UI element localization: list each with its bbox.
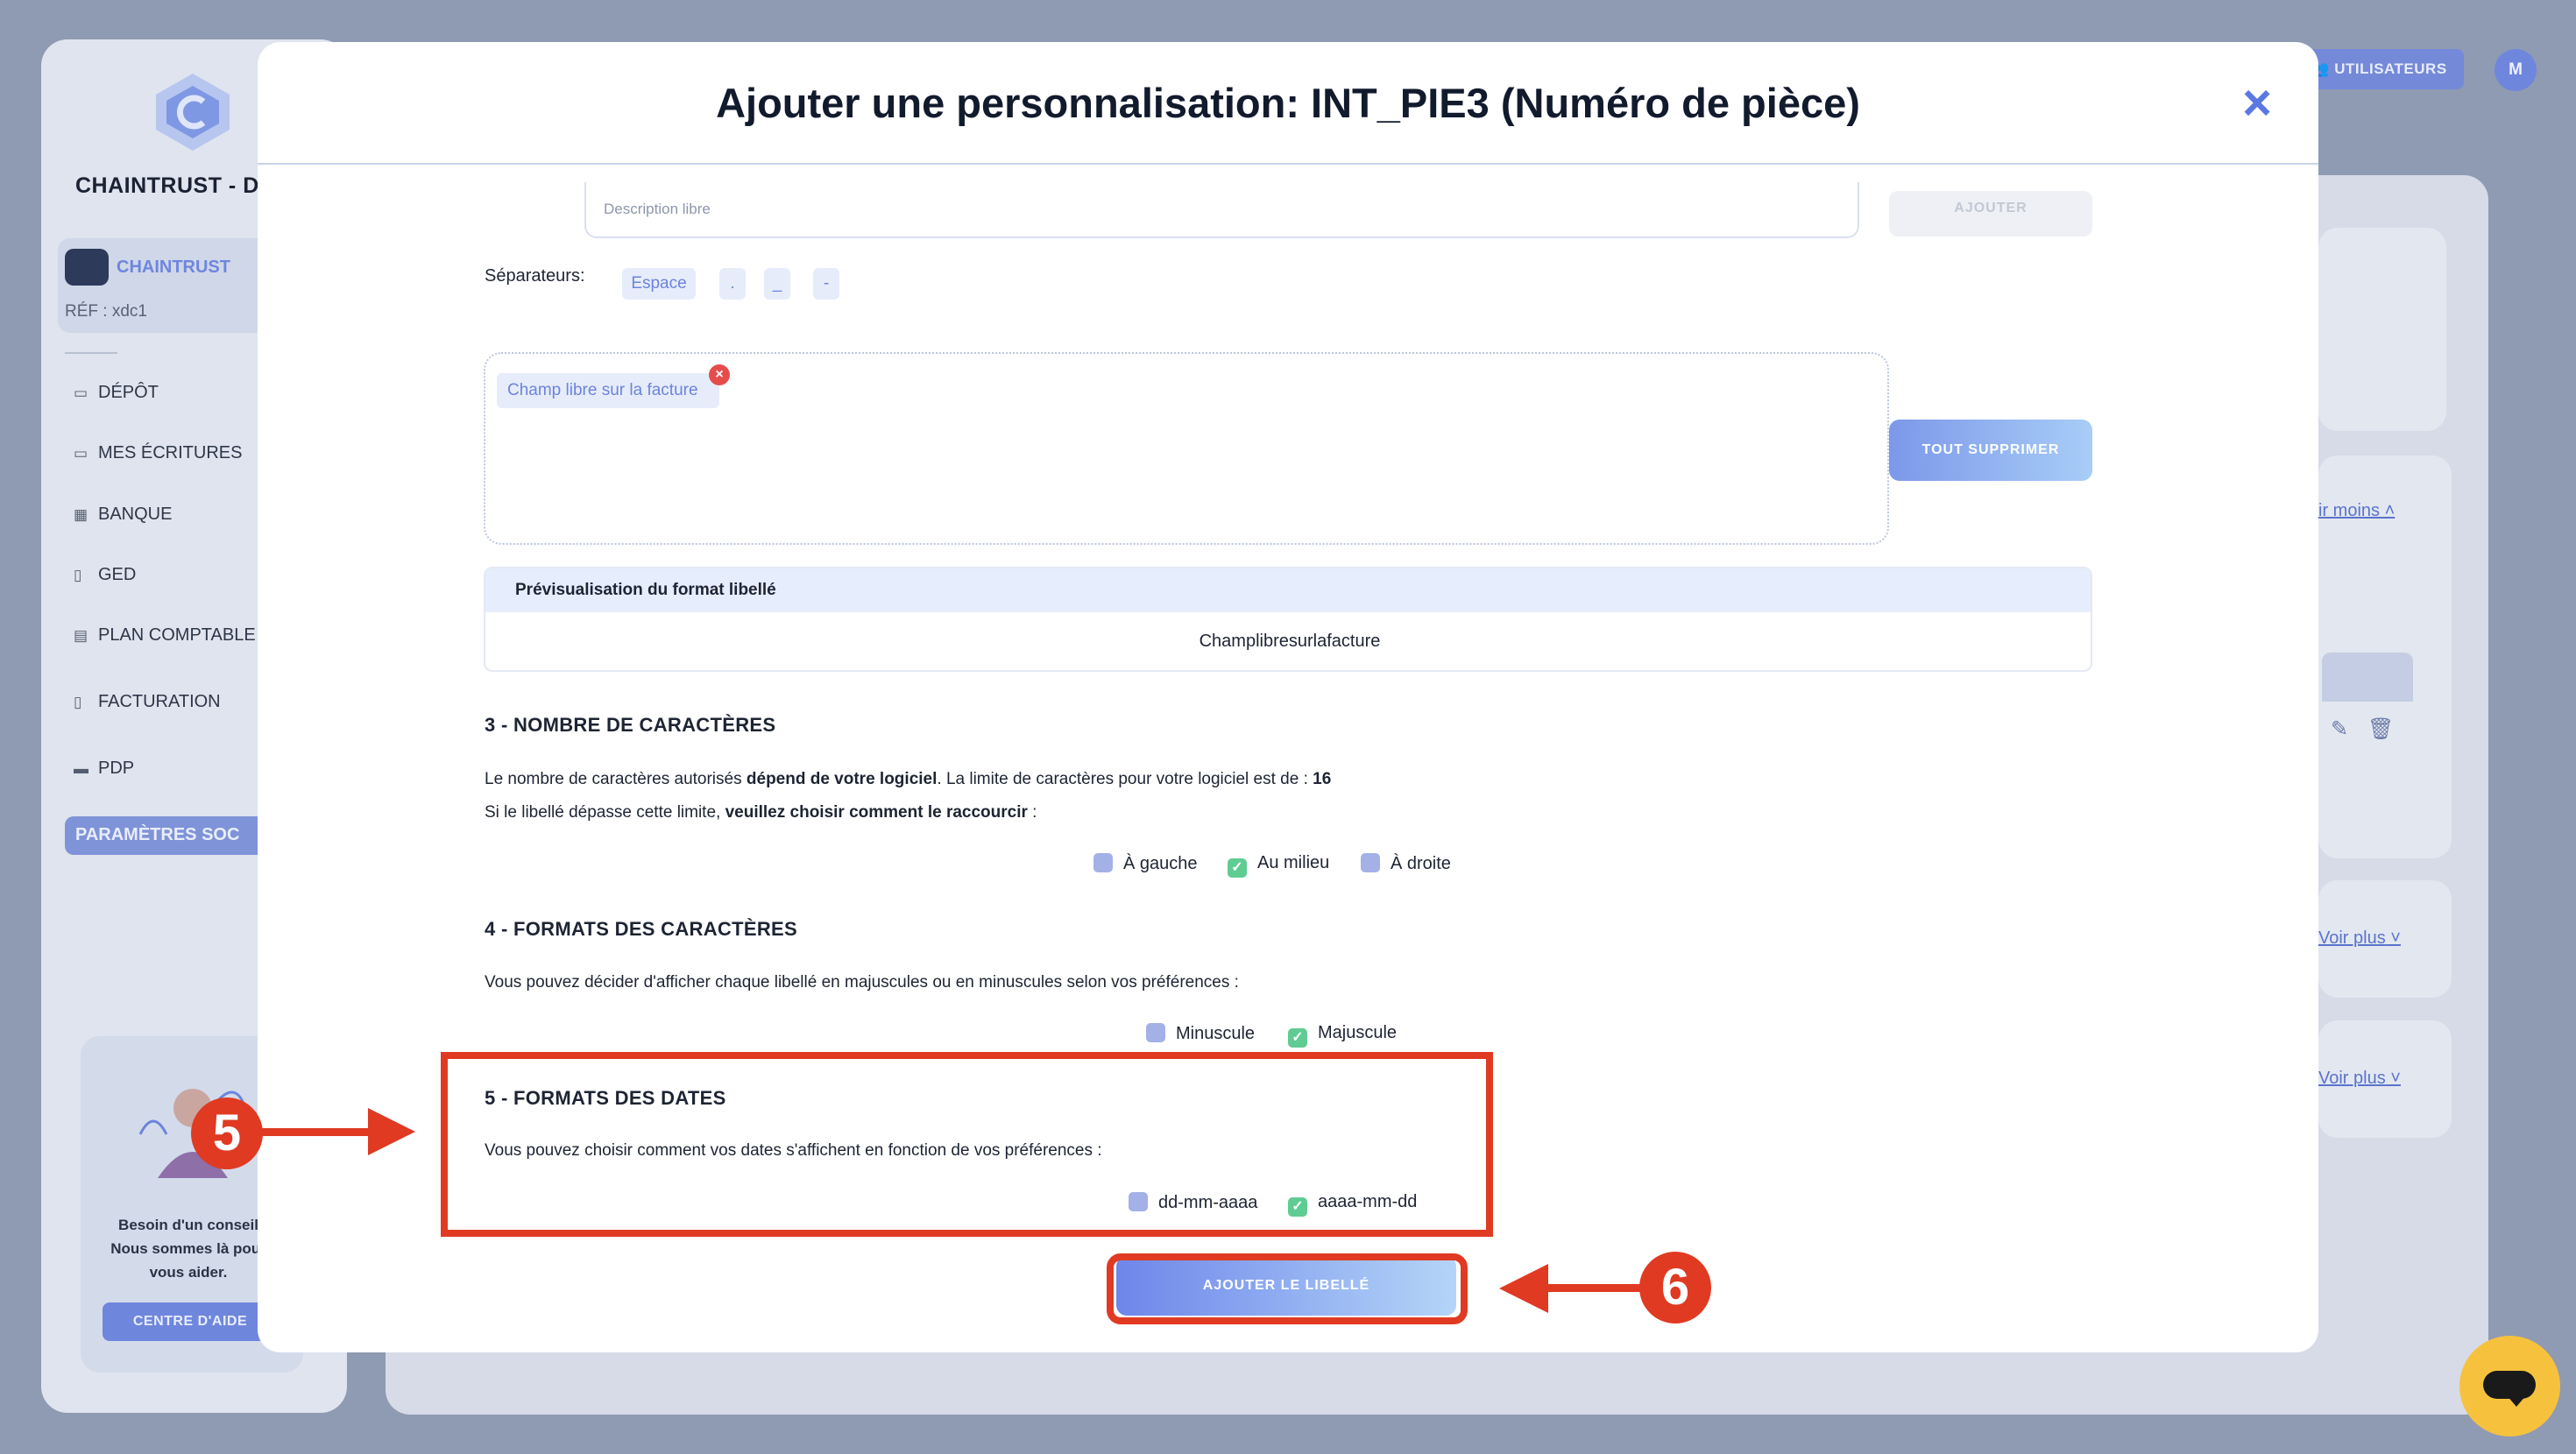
truncate-right-option[interactable]: À droite: [1361, 853, 1451, 874]
add-button[interactable]: AJOUTER: [1889, 191, 2092, 236]
arrow-left-icon: [1499, 1264, 1548, 1313]
edit-icon[interactable]: ✎: [2331, 716, 2348, 742]
separator-underscore-chip[interactable]: _: [764, 268, 790, 300]
chaintrust-logo-icon: [156, 74, 230, 151]
separator-space-chip[interactable]: Espace: [622, 268, 696, 300]
tag-chip[interactable]: Champ libre sur la facture: [497, 373, 719, 408]
modal-title: Ajouter une personnalisation: INT_PIE3 (…: [716, 80, 1860, 126]
checkbox-unchecked-icon[interactable]: [1361, 853, 1380, 872]
document-icon: ▯: [74, 567, 82, 583]
help-center-button[interactable]: CENTRE D'AIDE: [103, 1302, 278, 1341]
separator-dash-chip[interactable]: -: [813, 268, 839, 300]
truncate-left-option[interactable]: À gauche: [1093, 853, 1198, 874]
sidebar-item-pdp[interactable]: ▬ PDP: [74, 759, 134, 779]
company-name: CHAINTRUST - D: [75, 173, 259, 198]
description-input[interactable]: [584, 182, 1859, 238]
truncate-middle-option[interactable]: ✓ Au milieu: [1228, 853, 1329, 878]
card-icon: ▬: [74, 760, 88, 777]
remove-tag-icon[interactable]: ×: [709, 364, 730, 385]
sidebar-divider: [65, 352, 117, 354]
step-5-arrow-line: [261, 1128, 375, 1136]
sidebar-item-banque[interactable]: ▦ BANQUE: [74, 505, 172, 525]
step-5-badge: 5: [191, 1098, 263, 1169]
close-icon[interactable]: ×: [2234, 78, 2280, 129]
highlight-add-label-button: [1107, 1253, 1468, 1324]
lowercase-option[interactable]: Minuscule: [1146, 1023, 1255, 1044]
sidebar-item-ged[interactable]: ▯ GED: [74, 565, 136, 585]
see-more-link-1[interactable]: Voir plus ˅: [2318, 928, 2401, 949]
account-badge-icon: [65, 249, 109, 286]
uppercase-option[interactable]: ✓ Majuscule: [1288, 1023, 1397, 1048]
folder-icon: ▭: [74, 445, 88, 462]
step-6-badge: 6: [1639, 1252, 1711, 1323]
help-text: Besoin d'un conseil Nous sommes là pour …: [110, 1217, 266, 1281]
ledger-icon: ▤: [74, 627, 88, 644]
sidebar-item-mes-ecritures[interactable]: ▭ MES ÉCRITURES: [74, 443, 242, 463]
preview-value: Champlibresurlafacture: [1199, 632, 1381, 651]
section-3-title: 3 - NOMBRE DE CARACTÈRES: [485, 714, 776, 736]
format-preview: Prévisualisation du format libellé Champ…: [484, 567, 2092, 672]
step-6-arrow-line: [1542, 1284, 1644, 1292]
highlight-date-formats: [441, 1052, 1493, 1237]
folder-icon: ▭: [74, 385, 88, 401]
arrow-right-icon: [368, 1108, 415, 1155]
account-ref: RÉF : xdc1: [65, 302, 147, 321]
separator-dot-chip[interactable]: .: [719, 268, 746, 300]
sidebar-item-depot[interactable]: ▭ DÉPÔT: [74, 383, 159, 403]
section-4-title: 4 - FORMATS DES CARACTÈRES: [485, 918, 797, 940]
section-3-line-2: Si le libellé dépasse cette limite, veui…: [485, 803, 1037, 822]
clear-all-button[interactable]: TOUT SUPPRIMER: [1889, 420, 2092, 481]
bg-table-row: [2322, 653, 2413, 702]
account-name: CHAINTRUST: [117, 258, 230, 277]
section-4-text: Vous pouvez décider d'afficher chaque li…: [485, 973, 1239, 992]
sidebar-item-plan-comptable[interactable]: ▤ PLAN COMPTABLE: [74, 625, 256, 646]
section-3-line-1: Le nombre de caractères autorisés dépend…: [485, 770, 1332, 788]
checkbox-unchecked-icon[interactable]: [1093, 853, 1113, 872]
separators-label: Séparateurs:: [485, 266, 585, 286]
chat-icon-tail: [2506, 1394, 2527, 1407]
avatar[interactable]: M: [2495, 49, 2537, 91]
checkbox-checked-icon[interactable]: ✓: [1288, 1028, 1307, 1048]
checkbox-checked-icon[interactable]: ✓: [1228, 858, 1247, 878]
see-more-link-2[interactable]: Voir plus ˅: [2318, 1069, 2401, 1089]
see-less-link[interactable]: ir moins ˄: [2318, 501, 2395, 521]
bank-icon: ▦: [74, 506, 88, 523]
users-button[interactable]: 👥 UTILISATEURS: [2294, 49, 2464, 89]
sidebar-item-facturation[interactable]: ▯ FACTURATION: [74, 692, 221, 712]
preview-header-text: Prévisualisation du format libellé: [515, 581, 776, 599]
bg-card-1: [2318, 228, 2446, 431]
invoice-icon: ▯: [74, 694, 82, 710]
trash-icon[interactable]: 🗑: [2367, 716, 2394, 742]
checkbox-unchecked-icon[interactable]: [1146, 1023, 1165, 1042]
